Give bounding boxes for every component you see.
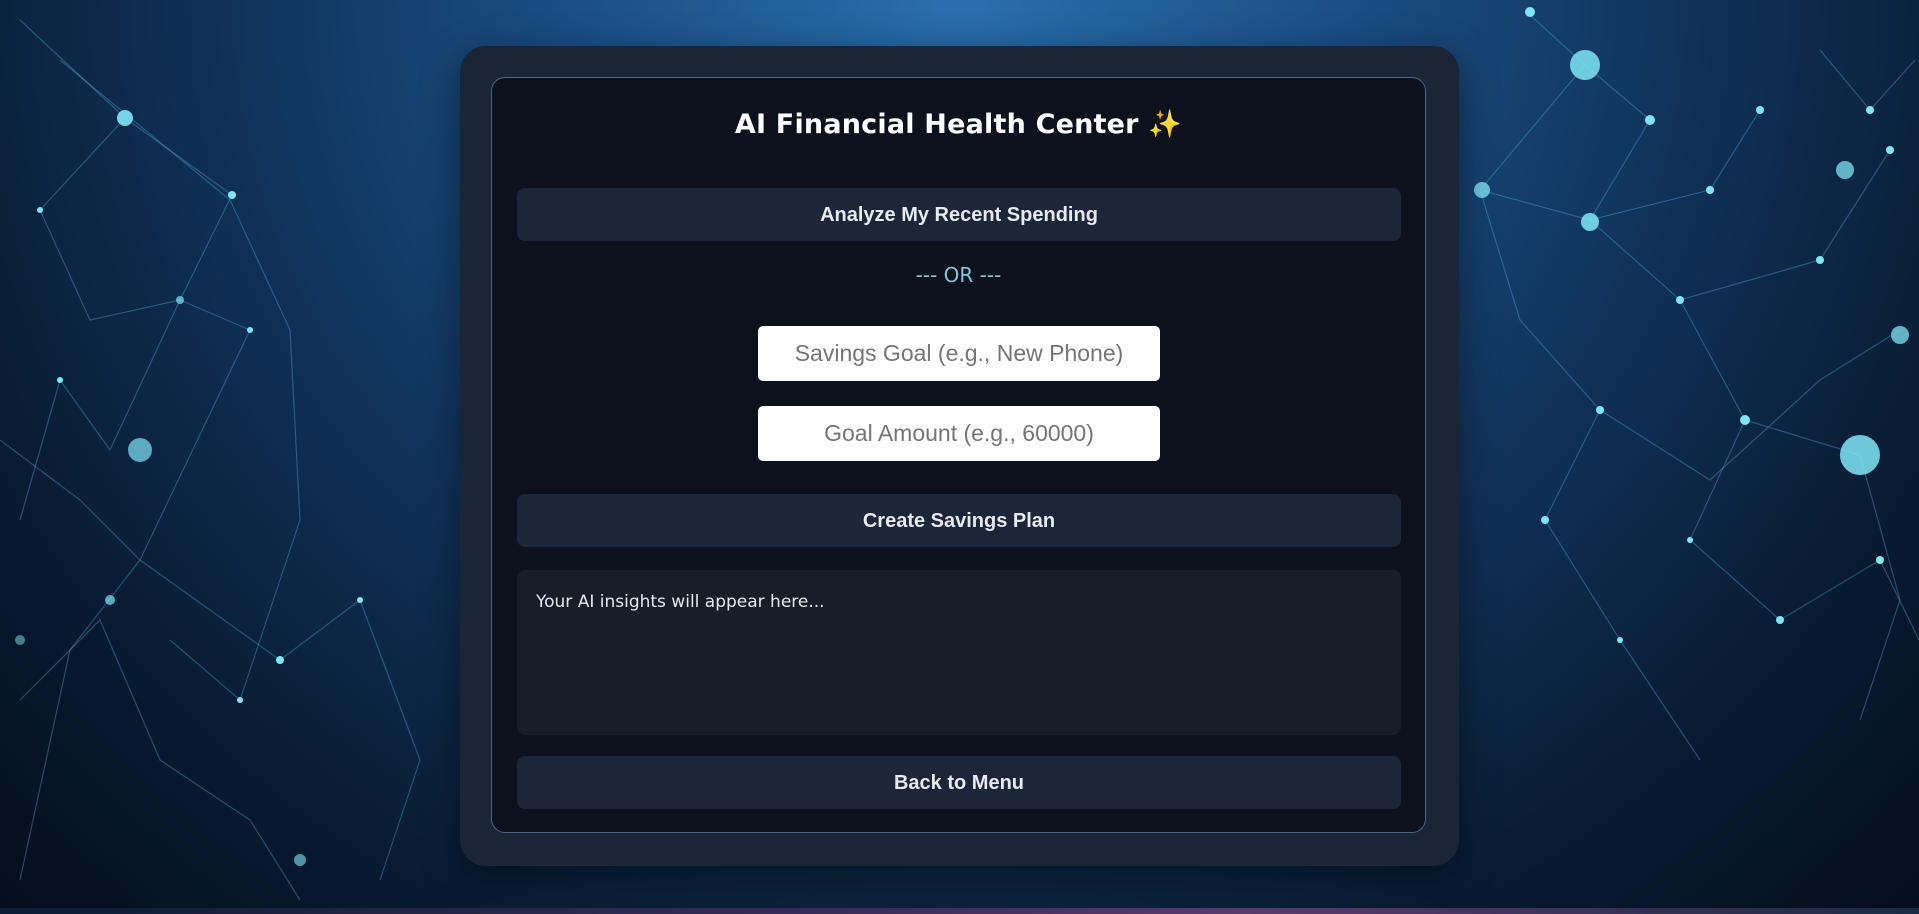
goal-amount-input[interactable] [758,406,1160,461]
ai-insights-output: Your AI insights will appear here... [517,570,1401,735]
or-separator: --- OR --- [915,263,1002,287]
savings-goal-input[interactable] [758,326,1160,381]
panel-frame: AI Financial Health Center ✨ Analyze My … [460,46,1459,866]
page-title: AI Financial Health Center ✨ [492,108,1425,140]
page-title-text: AI Financial Health Center [734,109,1139,140]
financial-health-panel: AI Financial Health Center ✨ Analyze My … [491,77,1426,833]
back-to-menu-button[interactable]: Back to Menu [517,756,1401,809]
analyze-spending-button[interactable]: Analyze My Recent Spending [517,188,1401,241]
create-savings-plan-button[interactable]: Create Savings Plan [517,494,1401,547]
ai-insights-text: Your AI insights will appear here... [536,592,825,612]
sparkles-icon: ✨ [1148,109,1183,140]
bottom-edge-strip [0,908,1919,914]
